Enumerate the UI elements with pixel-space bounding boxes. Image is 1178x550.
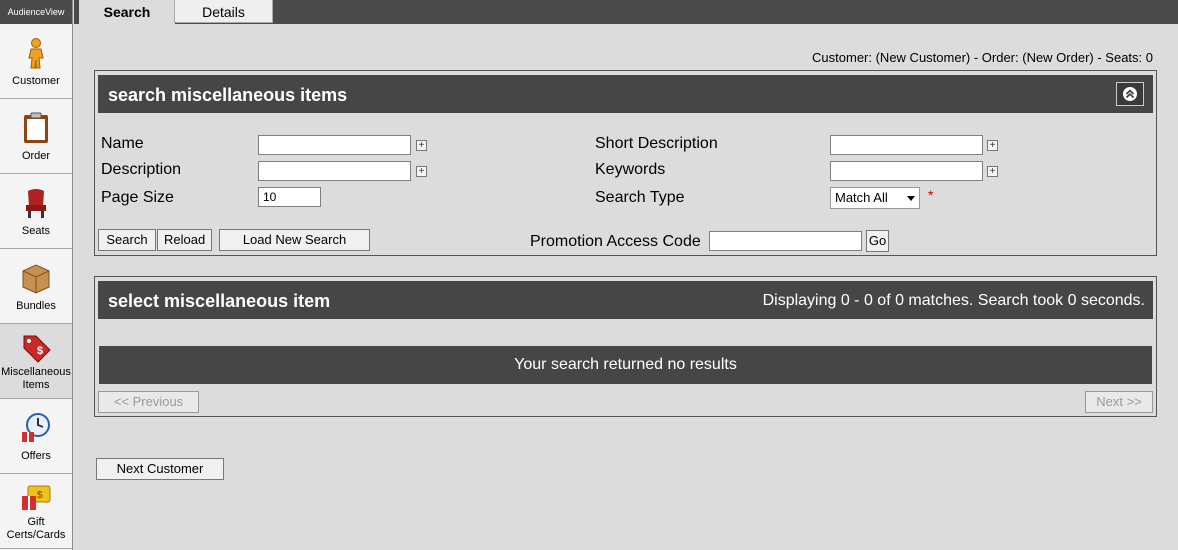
collapse-button[interactable]	[1116, 82, 1144, 106]
short-description-expand-plus-icon[interactable]: +	[987, 140, 998, 151]
search-type-value: Match All	[835, 190, 888, 205]
sidebar-item-label-line2: Certs/Cards	[6, 529, 66, 541]
sidebar-item-label-line1: Gift	[27, 516, 45, 528]
tab-search[interactable]: Search	[79, 0, 175, 24]
sidebar-item-bundles[interactable]: Bundles	[0, 249, 72, 324]
search-panel: search miscellaneous items Name + Descri…	[94, 70, 1157, 256]
box-icon	[22, 264, 50, 294]
name-expand-plus-icon[interactable]: +	[416, 140, 427, 151]
page-size-label: Page Size	[101, 189, 174, 206]
description-expand-plus-icon[interactable]: +	[416, 166, 427, 177]
keywords-label: Keywords	[595, 161, 666, 178]
sidebar: AudienceView Customer Order Seats Bundle…	[0, 0, 73, 550]
context-status: Customer: (New Customer) - Order: (New O…	[812, 50, 1153, 65]
sidebar-item-label: Offers	[21, 450, 51, 462]
seat-icon	[26, 189, 46, 218]
results-summary: Displaying 0 - 0 of 0 matches. Search to…	[762, 292, 1145, 309]
empty-results-message: Your search returned no results	[99, 346, 1152, 384]
sidebar-item-miscellaneous-items[interactable]: $ Miscellaneous Items	[0, 324, 72, 399]
gift-card-icon: $	[22, 485, 51, 510]
sidebar-item-customer[interactable]: Customer	[0, 24, 72, 99]
svg-text:$: $	[37, 490, 43, 501]
sidebar-item-label: Customer	[12, 75, 60, 87]
keywords-expand-plus-icon[interactable]: +	[987, 166, 998, 177]
svg-text:$: $	[37, 345, 43, 357]
sidebar-item-label-line1: Miscellaneous	[1, 366, 71, 378]
previous-button[interactable]: << Previous	[98, 391, 199, 413]
person-icon	[28, 38, 44, 69]
chevron-down-icon	[907, 196, 915, 201]
sidebar-item-offers[interactable]: Offers	[0, 399, 72, 474]
search-panel-title: search miscellaneous items	[108, 85, 348, 105]
results-panel: select miscellaneous item Displaying 0 -…	[94, 276, 1157, 417]
keywords-input[interactable]	[830, 161, 983, 181]
brand-logo: AudienceView	[0, 0, 72, 24]
promotion-access-code-label: Promotion Access Code	[530, 233, 701, 250]
next-button[interactable]: Next >>	[1085, 391, 1153, 413]
price-tag-icon: $	[23, 335, 51, 363]
clock-gift-icon	[22, 413, 50, 442]
name-label: Name	[101, 135, 144, 152]
tab-bar: Search Details	[74, 0, 1178, 24]
next-customer-button[interactable]: Next Customer	[96, 458, 224, 480]
sidebar-item-order[interactable]: Order	[0, 99, 72, 174]
sidebar-item-seats[interactable]: Seats	[0, 174, 72, 249]
description-input[interactable]	[258, 161, 411, 181]
search-panel-header: search miscellaneous items	[98, 75, 1153, 113]
load-new-search-button[interactable]: Load New Search	[219, 229, 370, 251]
required-marker: *	[928, 187, 934, 203]
reload-button[interactable]: Reload	[157, 229, 212, 251]
short-description-input[interactable]	[830, 135, 983, 155]
sidebar-item-label: Bundles	[16, 300, 56, 312]
results-panel-header: select miscellaneous item Displaying 0 -…	[98, 281, 1153, 319]
short-description-label: Short Description	[595, 135, 718, 152]
search-type-select[interactable]: Match All	[830, 187, 920, 209]
search-button[interactable]: Search	[98, 229, 156, 251]
promotion-access-code-input[interactable]	[709, 231, 862, 251]
page-size-input[interactable]	[258, 187, 321, 207]
description-label: Description	[101, 161, 182, 178]
collapse-up-icon	[1123, 87, 1137, 101]
search-type-label: Search Type	[595, 189, 685, 206]
sidebar-item-label: Order	[21, 150, 51, 162]
name-input[interactable]	[258, 135, 411, 155]
tab-details[interactable]: Details	[174, 0, 273, 23]
clipboard-icon	[24, 112, 48, 143]
results-panel-title: select miscellaneous item	[108, 291, 331, 311]
sidebar-item-label-line2: Items	[22, 379, 50, 391]
go-button[interactable]: Go	[866, 230, 889, 252]
sidebar-item-gift-certs-cards[interactable]: $ Gift Certs/Cards	[0, 474, 72, 549]
sidebar-item-label: Seats	[21, 225, 51, 237]
